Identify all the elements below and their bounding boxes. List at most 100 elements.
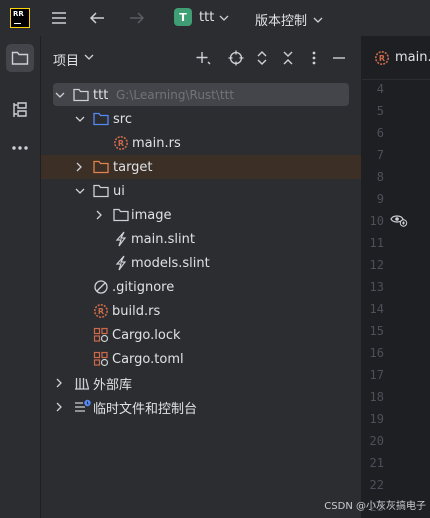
app-logo[interactable]: RR — [10, 8, 30, 28]
tree-item-target[interactable]: target — [41, 155, 361, 179]
folder-icon — [93, 179, 109, 203]
svg-text:R: R — [379, 54, 385, 63]
root-name: ttt — [93, 87, 109, 103]
ignore-file-icon — [93, 275, 109, 299]
chevron-down-icon[interactable] — [84, 53, 94, 61]
inlay-hints-icon[interactable] — [390, 213, 408, 231]
line-number: 6 — [376, 126, 384, 140]
src-label: src — [113, 111, 132, 127]
plus-icon — [196, 52, 211, 65]
chevron-right-icon[interactable] — [75, 155, 89, 179]
cargo-lock-label: Cargo.lock — [112, 327, 181, 343]
line-number: 22 — [369, 478, 384, 492]
more-tools-button[interactable] — [6, 134, 34, 162]
watermark: CSDN @小灰灰搞电子 — [324, 501, 426, 512]
line-number: 21 — [369, 456, 384, 470]
line-number: 18 — [369, 390, 384, 404]
library-icon — [74, 371, 90, 395]
more-icon — [12, 146, 28, 150]
main-slint-label: main.slint — [131, 231, 195, 247]
hide-panel-button[interactable] — [331, 50, 347, 66]
collapse-all-icon — [283, 51, 293, 65]
tree-item-external-libraries[interactable]: 外部库 — [41, 371, 361, 395]
line-number: 10 — [369, 214, 384, 228]
root-path: G:\Learning\Rust\ttt — [116, 88, 235, 102]
project-panel: 项目 ttt G:\Learning\Rust\ttt src R main.r… — [41, 36, 361, 518]
line-number: 5 — [376, 104, 384, 118]
select-opened-file-button[interactable] — [228, 50, 244, 66]
tree-item-gitignore[interactable]: .gitignore — [41, 275, 361, 299]
chevron-down-icon[interactable] — [55, 83, 69, 107]
project-switcher[interactable]: ttt — [199, 10, 229, 25]
chevron-right-icon[interactable] — [55, 371, 69, 395]
tree-item-build-rs[interactable]: R build.rs — [41, 299, 361, 323]
folder-icon — [73, 83, 89, 107]
tree-item-image[interactable]: image — [41, 203, 361, 227]
tree-item-main-slint[interactable]: main.slint — [41, 227, 361, 251]
folder-icon — [11, 51, 29, 65]
scratches-label: 临时文件和控制台 — [93, 401, 198, 417]
chevron-down-icon — [219, 15, 229, 21]
source-folder-icon — [93, 107, 109, 131]
project-panel-header: 项目 — [41, 36, 361, 80]
tree-item-cargo-lock[interactable]: Cargo.lock — [41, 323, 361, 347]
editor-area: R main.rs 4 5 6 7 8 9 10 11 12 13 14 15 16 17 18 19 20 21… — [362, 36, 430, 518]
excluded-folder-icon — [93, 155, 109, 179]
folder-icon — [113, 203, 129, 227]
line-number: 8 — [376, 170, 384, 184]
crosshair-icon — [228, 50, 244, 66]
slint-file-icon — [115, 227, 127, 251]
panel-title[interactable]: 项目 — [53, 50, 79, 69]
new-element-button[interactable] — [195, 50, 211, 66]
svg-text:R: R — [118, 139, 124, 148]
external-libraries-label: 外部库 — [93, 377, 133, 393]
tree-item-models-slint[interactable]: models.slint — [41, 251, 361, 275]
tree-item-root[interactable]: ttt G:\Learning\Rust\ttt — [41, 83, 361, 107]
line-number: 14 — [369, 302, 384, 316]
line-number: 12 — [369, 258, 384, 272]
chevron-right-icon[interactable] — [95, 203, 109, 227]
line-number: 4 — [376, 82, 384, 96]
project-tool-button[interactable] — [6, 44, 34, 72]
structure-icon — [13, 102, 27, 117]
cargo-toml-label: Cargo.toml — [112, 351, 184, 367]
image-label: image — [131, 207, 172, 223]
main-rs-label: main.rs — [132, 135, 181, 151]
tree-item-ui[interactable]: ui — [41, 179, 361, 203]
vcs-menu[interactable]: 版本控制 — [255, 10, 323, 29]
cargo-file-icon — [93, 323, 109, 347]
options-button[interactable] — [306, 50, 322, 66]
ui-label: ui — [113, 183, 125, 199]
rust-file-icon: R — [93, 299, 109, 323]
expand-all-button[interactable] — [254, 50, 270, 66]
chevron-down-icon[interactable] — [75, 107, 89, 131]
tree-item-scratches[interactable]: 临时文件和控制台 — [41, 395, 361, 419]
scratches-icon — [74, 395, 92, 419]
chevron-right-icon[interactable] — [55, 395, 69, 419]
project-name: ttt — [199, 10, 215, 25]
line-number: 19 — [369, 412, 384, 426]
line-number: 20 — [369, 434, 384, 448]
collapse-all-button[interactable] — [280, 50, 296, 66]
tab-main-rs[interactable]: main.rs — [395, 50, 430, 65]
chevron-down-icon[interactable] — [75, 179, 89, 203]
vcs-label: 版本控制 — [255, 14, 308, 29]
slint-file-icon — [115, 251, 127, 275]
tree-item-cargo-toml[interactable]: Cargo.toml — [41, 347, 361, 371]
line-number: 9 — [376, 192, 384, 206]
app-logo-text: RR — [13, 10, 24, 18]
tree-item-main-rs[interactable]: R main.rs — [41, 131, 361, 155]
expand-all-icon — [257, 51, 267, 65]
target-label: target — [113, 159, 153, 175]
chevron-down-icon — [313, 17, 323, 23]
structure-tool-button[interactable] — [6, 96, 34, 124]
tree-item-src[interactable]: src — [41, 107, 361, 131]
line-number: 16 — [369, 346, 384, 360]
models-slint-label: models.slint — [131, 255, 210, 271]
back-arrow-icon[interactable] — [88, 9, 106, 27]
minimize-icon — [333, 57, 345, 59]
project-badge[interactable]: T — [174, 8, 192, 26]
forward-arrow-icon[interactable] — [128, 9, 146, 27]
main-menu-icon[interactable] — [50, 9, 68, 27]
title-bar: RR T ttt 版本控制 — [0, 0, 430, 36]
